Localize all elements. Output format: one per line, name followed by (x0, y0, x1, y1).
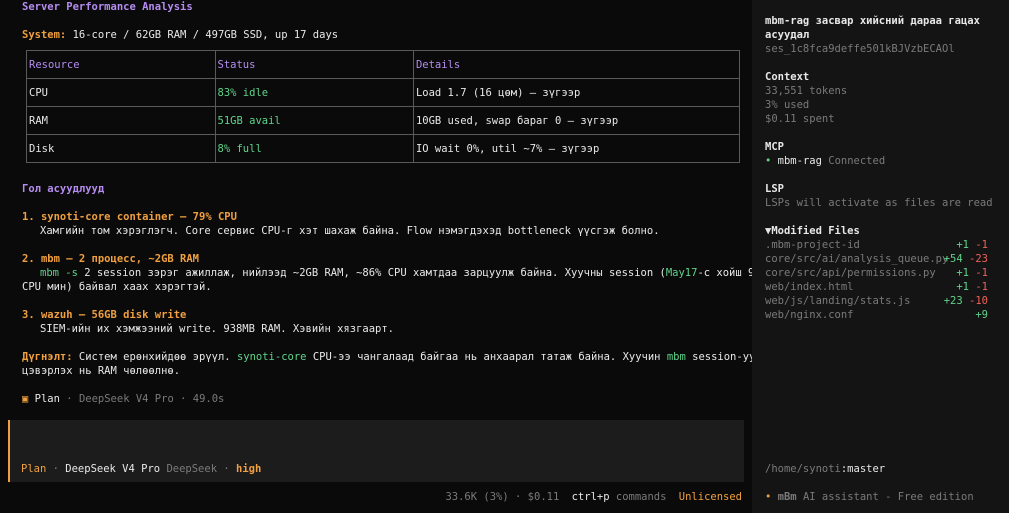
modified-file-item[interactable]: core/src/api/permissions.py +1 -1 (765, 266, 988, 280)
system-summary: System: 16-core / 62GB RAM / 497GB SSD, … (22, 28, 338, 42)
cwd: /home/synoti:master (765, 462, 885, 476)
details-cell: 10GB used, swap бараг 0 — зүгээр (412, 106, 741, 135)
system-value: 16-core / 62GB RAM / 497GB SSD, up 17 da… (72, 29, 339, 41)
table-header: Status (214, 50, 414, 79)
details-cell: Load 1.7 (16 цөм) — зүгээр (412, 78, 741, 107)
chat-panel: Server Performance Analysis System: 16-c… (0, 0, 774, 513)
resource-table: Resource Status Details CPU 83% idle Loa… (26, 50, 741, 163)
modified-file-item[interactable]: web/js/landing/stats.js +23 -10 (765, 294, 988, 308)
session-title: mbm-rag засвар хийсний дараа гацах асууд… (765, 15, 980, 41)
table-header-row: Resource Status Details (26, 50, 741, 79)
table-row: CPU 83% idle Load 1.7 (16 цөм) — зүгээр (26, 78, 741, 107)
shortcut-key[interactable]: ctrl+p (572, 491, 610, 503)
resource-cell: Disk (26, 134, 216, 163)
dot-icon: • (765, 491, 772, 503)
status-cell: 83% idle (214, 78, 414, 107)
footer-bar: 33.6K (3%) · $0.11 ctrl+p commands Unlic… (445, 491, 742, 503)
details-cell: IO wait 0%, util ~7% — зүгээр (412, 134, 741, 163)
issues-heading: Гол асуудлууд (22, 183, 105, 195)
conclusion: Дүгнэлт: Систем ерөнхийдөө эрүүл. synoti… (22, 351, 775, 363)
report-title: Server Performance Analysis (22, 1, 193, 13)
cost: $0.11 (527, 491, 560, 503)
resource-cell: CPU (26, 78, 216, 107)
model-selector[interactable]: DeepSeek V4 Pro (65, 463, 160, 475)
run-status: ▣ Plan · DeepSeek V4 Pro · 49.0s (22, 393, 225, 405)
cwd-path: /home/synoti (765, 463, 841, 475)
system-label: System: (22, 29, 67, 41)
modified-file-item[interactable]: core/src/ai/analysis_queue.py +54 -23 (765, 252, 988, 266)
issue-1-title: 1. synoti-core container — 79% CPU (22, 211, 237, 223)
session-id: ses_1c8fca9deffe501kBJVzbECAOl (765, 43, 955, 55)
mcp-name: mbm-rag (777, 155, 822, 167)
issue-2-title: 2. mbm — 2 процесс, ~2GB RAM (22, 253, 200, 265)
modified-file-item[interactable]: .mbm-project-id +1 -1 (765, 238, 988, 252)
context-tokens: 33,551 tokens (765, 85, 848, 97)
shortcut-label: commands (615, 491, 667, 503)
lsp-text: LSPs will activate as files are read (765, 197, 993, 209)
run-duration: 49.0s (192, 393, 225, 405)
modified-file-item[interactable]: web/nginx.conf +9 (765, 308, 988, 322)
status-cell: 8% full (214, 134, 414, 163)
dot-icon: • (765, 155, 772, 167)
resource-cell: RAM (26, 106, 216, 135)
mcp-heading: MCP (765, 141, 784, 153)
table-header: Details (412, 50, 741, 79)
issue-2-desc: mbm -s 2 session зэрэг ажиллаж, нийлээд … (40, 267, 774, 279)
issue-1-desc: Хамгийн том хэрэглэгч. Core сервис CPU-г… (40, 225, 660, 237)
inline-code: mbm -s (40, 267, 78, 279)
mode-selector[interactable]: Plan (21, 463, 46, 475)
prompt-status: Plan · DeepSeek V4 Pro DeepSeek · high (21, 463, 262, 475)
lsp-heading: LSP (765, 183, 784, 195)
table-row: Disk 8% full IO wait 0%, util ~7% — зүгэ… (26, 134, 741, 163)
effort-selector[interactable]: high (236, 463, 261, 475)
app-logo: mBm (777, 491, 797, 503)
run-model: DeepSeek V4 Pro (78, 393, 174, 405)
square-icon: ▣ (22, 393, 29, 405)
issue-2-desc-cont: CPU мин) байвал хаах хэрэгтэй. (22, 281, 212, 293)
issue-3-desc: SIEM-ийн их хэмжээний write. 938MB RAM. … (40, 323, 395, 335)
app-name: AI assistant - Free edition (802, 491, 974, 503)
status-cell: 51GB avail (214, 106, 414, 135)
cwd-branch: :master (840, 463, 886, 475)
table-header: Resource (26, 50, 216, 79)
modified-file-item[interactable]: web/index.html +1 -1 (765, 280, 988, 294)
run-mode: Plan (34, 393, 60, 405)
token-count: 33.6K (3%) (445, 491, 509, 503)
license-status[interactable]: Unlicensed (679, 491, 742, 503)
inline-date: May17 (665, 267, 698, 279)
table-row: RAM 51GB avail 10GB used, swap бараг 0 —… (26, 106, 741, 135)
prompt-input[interactable]: Plan · DeepSeek V4 Pro DeepSeek · high (8, 420, 744, 482)
conclusion-label: Дүгнэлт: (22, 351, 73, 363)
context-used: 3% used (765, 99, 810, 111)
issue-3-title: 3. wazuh — 56GB disk write (22, 309, 187, 321)
provider-label: DeepSeek (166, 463, 218, 475)
context-spent: $0.11 spent (765, 113, 835, 125)
conclusion-cont: цэвэрлэх нь RAM чөлөөлнө. (22, 365, 181, 377)
app-branding: • mBm AI assistant - Free edition (765, 490, 974, 504)
context-heading: Context (765, 71, 810, 83)
mcp-status: Connected (828, 155, 886, 167)
modified-files-heading[interactable]: ▼Modified Files (765, 224, 860, 238)
mcp-server[interactable]: • mbm-rag Connected (765, 154, 885, 168)
